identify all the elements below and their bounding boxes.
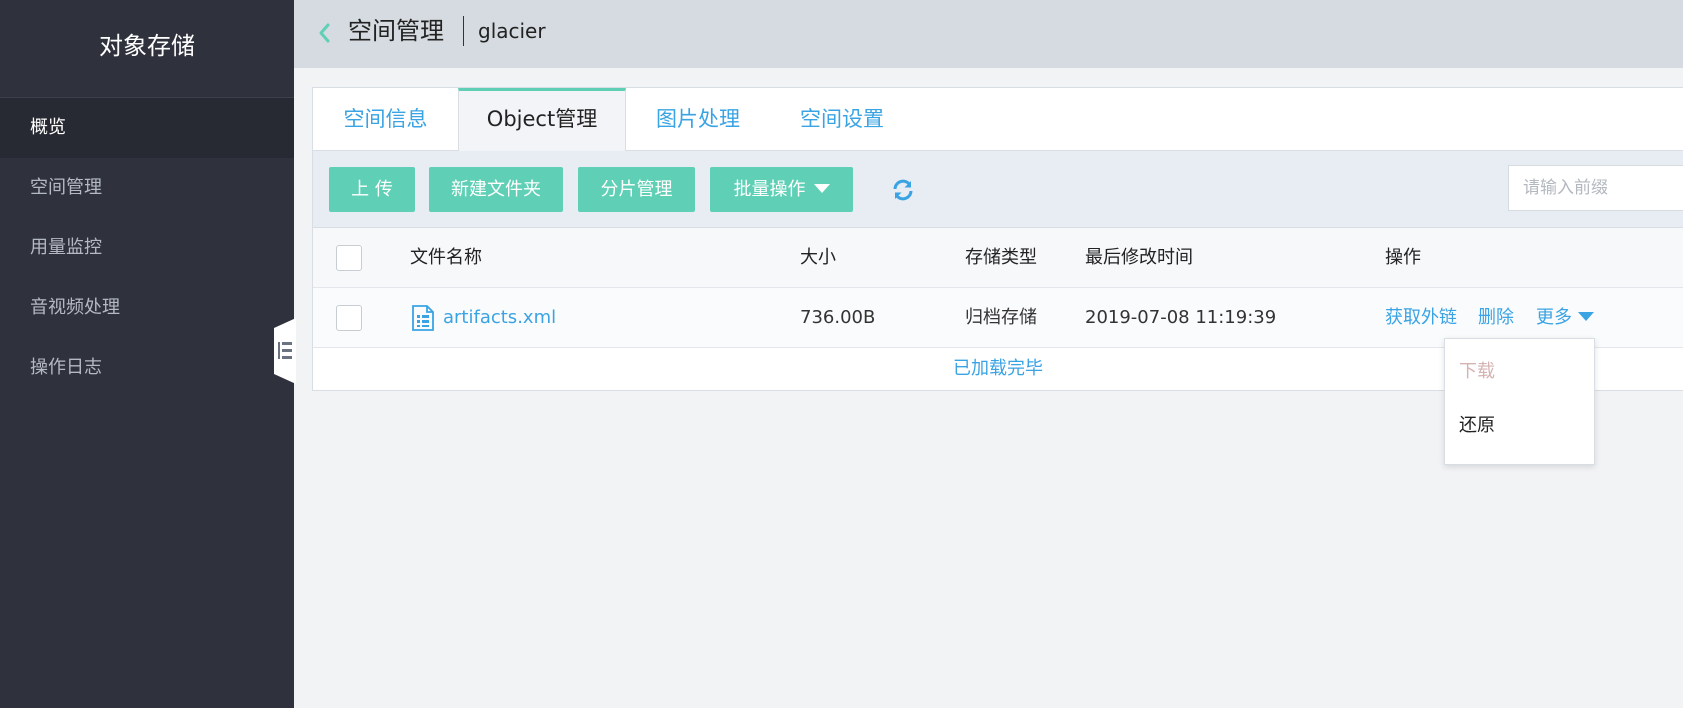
prefix-search-input[interactable] <box>1508 165 1683 211</box>
menu-item-restore[interactable]: 还原 <box>1445 401 1594 451</box>
more-actions-menu: 下载 还原 <box>1444 338 1595 465</box>
sidebar-item-bucket-management[interactable]: 空间管理 <box>0 158 294 218</box>
batch-operations-label: 批量操作 <box>733 179 806 200</box>
tab-image-processing[interactable]: 图片处理 <box>626 88 770 151</box>
file-modified-time: 2019-07-08 11:19:39 <box>1085 307 1277 328</box>
row-checkbox[interactable] <box>336 305 362 331</box>
tab-bucket-settings[interactable]: 空间设置 <box>770 88 914 151</box>
header-divider <box>463 16 464 46</box>
file-size: 736.00B <box>800 307 876 328</box>
column-header-actions: 操作 <box>1385 247 1421 268</box>
sidebar: 对象存储 概览 空间管理 用量监控 音视频处理 操作日志 <box>0 0 294 708</box>
bucket-name: glacier <box>478 19 546 43</box>
file-storage-type: 归档存储 <box>965 307 1037 328</box>
select-all-checkbox[interactable] <box>336 245 362 271</box>
table-header: 文件名称 大小 存储类型 最后修改时间 操作 <box>313 228 1683 288</box>
caret-down-icon <box>813 184 830 193</box>
sidebar-item-usage-monitoring[interactable]: 用量监控 <box>0 218 294 278</box>
tab-object-management[interactable]: Object管理 <box>458 88 626 152</box>
toolbar: 上 传 新建文件夹 分片管理 批量操作 <box>313 151 1683 228</box>
column-header-storage-type: 存储类型 <box>965 247 1037 268</box>
new-folder-button[interactable]: 新建文件夹 <box>429 167 563 212</box>
sidebar-item-media-processing[interactable]: 音视频处理 <box>0 278 294 338</box>
more-actions-label: 更多 <box>1536 307 1572 328</box>
caret-down-icon <box>1578 312 1594 321</box>
column-header-size: 大小 <box>800 247 836 268</box>
header: 空间管理 glacier <box>294 0 1683 68</box>
file-name-link[interactable]: artifacts.xml <box>443 288 556 348</box>
column-header-modified: 最后修改时间 <box>1085 247 1193 268</box>
sidebar-title: 对象存储 <box>0 0 294 98</box>
sidebar-item-operation-log[interactable]: 操作日志 <box>0 338 294 398</box>
tab-bucket-info[interactable]: 空间信息 <box>313 88 458 151</box>
sidebar-collapse-handle[interactable] <box>274 318 296 384</box>
refresh-icon[interactable] <box>891 178 915 202</box>
sidebar-item-overview[interactable]: 概览 <box>0 98 294 158</box>
menu-item-download: 下载 <box>1459 361 1495 382</box>
tab-bar: 空间信息 Object管理 图片处理 空间设置 <box>313 88 1683 152</box>
page-title: 空间管理 <box>348 17 444 45</box>
batch-operations-button[interactable]: 批量操作 <box>710 167 853 212</box>
file-document-icon <box>411 305 435 331</box>
multipart-management-button[interactable]: 分片管理 <box>578 167 695 212</box>
chevron-left-icon[interactable] <box>314 20 336 46</box>
upload-button[interactable]: 上 传 <box>329 167 415 212</box>
column-header-name: 文件名称 <box>410 247 482 268</box>
